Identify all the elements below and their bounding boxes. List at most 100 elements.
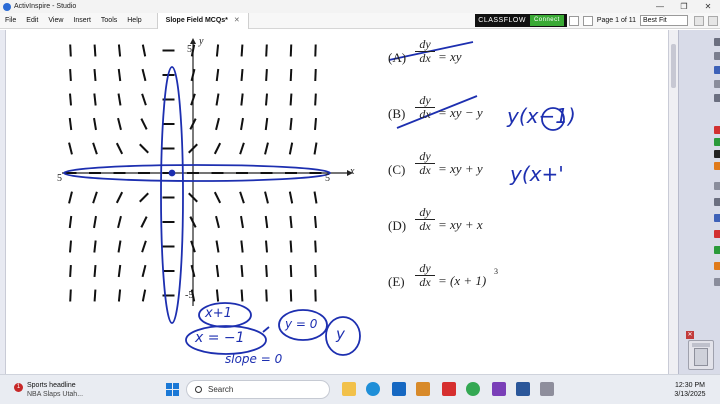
choice-e-rhs: = (x + 1) [438,273,487,288]
choice-b-derivative: dy dx [415,94,435,121]
file-explorer-icon[interactable] [342,382,356,396]
classflow-brand: CLASSFLOW [478,17,526,24]
choice-d-derivative: dy dx [415,206,435,233]
system-clock[interactable]: 12:30 PM 3/13/2025 [668,381,712,399]
close-icon[interactable]: ✕ [696,0,720,13]
choice-d-rhs: = xy + x [438,217,483,232]
menu-edit[interactable]: Edit [21,13,43,29]
news-title: Sports headline [27,382,76,389]
tool-fill-icon[interactable] [714,198,720,206]
tool-zoom-icon[interactable] [714,214,720,222]
word-icon[interactable] [516,382,530,396]
clock-date: 3/13/2025 [674,391,706,398]
color-green-icon[interactable] [714,138,720,146]
zoom-select[interactable]: Best Fit [640,15,688,26]
taskbar-search[interactable]: Search [186,380,330,399]
tool-redo-icon[interactable] [714,246,720,254]
maximize-icon[interactable]: ❐ [672,0,696,13]
tool-text-icon[interactable] [714,182,720,190]
choice-b-rhs: = xy − y [438,105,483,120]
activinspire-logo-icon [3,2,11,11]
app-purple-icon[interactable] [492,382,506,396]
vertical-scrollbar[interactable] [668,30,678,374]
tool-eraser-icon[interactable] [714,80,720,88]
document-tab-label: Slope Field MCQs* [165,16,228,24]
edge-browser-icon[interactable] [366,382,380,396]
choice-e-numerator: dy [415,262,435,276]
color-black-icon[interactable] [714,150,720,158]
choice-b-numerator: dy [415,94,435,108]
choice-e-letter: (E) [388,274,405,289]
choice-a-derivative: dy dx [415,38,435,65]
title-bar: ActivInspire - Studio — ❐ ✕ [0,0,720,13]
classflow-widget: CLASSFLOW Connect [475,14,567,27]
menu-view[interactable]: View [43,13,68,29]
menu-tools[interactable]: Tools [96,13,122,29]
choice-c-denominator: dx [419,163,431,177]
choice-a-rhs: = xy [438,49,462,64]
choice-e-derivative: dy dx [415,262,435,289]
start-button-icon[interactable] [166,383,179,396]
toolbar-pin-icon[interactable] [708,15,718,26]
page-indicator: Page 1 of 11 [596,17,636,24]
ink-x-equals-text: x = −1 [195,330,245,346]
menu-bar: File Edit View Insert Tools Help Slope F… [0,12,720,29]
app-window: ActivInspire - Studio — ❐ ✕ File Edit Vi… [0,0,720,404]
minimize-icon[interactable]: — [648,0,672,13]
color-orange-icon[interactable] [714,162,720,170]
monitor-icon[interactable] [568,15,579,26]
tool-shape-icon[interactable] [714,94,720,102]
tool-select-icon[interactable] [714,38,720,46]
menu-insert[interactable]: Insert [68,13,96,29]
acrobat-icon[interactable] [442,382,456,396]
tool-undo-icon[interactable] [714,230,720,238]
news-widget[interactable]: 1 Sports headline NBA Slaps Utah... [14,381,83,399]
clock-time: 12:30 PM [675,382,705,389]
choice-e-exponent: 3 [494,267,498,276]
classflow-connect-button[interactable]: Connect [529,15,564,26]
choice-d-denominator: dx [419,219,431,233]
palette-close-icon[interactable]: ✕ [686,331,694,339]
ink-y-text: y [336,325,345,343]
color-red-icon[interactable] [714,126,720,134]
choice-c-numerator: dy [415,150,435,164]
outlook-icon[interactable] [392,382,406,396]
tool-palette [678,30,720,374]
news-subtitle: NBA Slaps Utah... [27,391,84,398]
menu-file[interactable]: File [0,13,21,29]
scrollbar-thumb[interactable] [671,44,676,88]
tool-more-icon[interactable] [714,278,720,286]
document-tab[interactable]: Slope Field MCQs* ✕ [156,12,249,29]
tool-pen-icon[interactable] [714,52,720,60]
window-controls: — ❐ ✕ [648,0,720,13]
browser-panel-collapsed[interactable] [0,30,6,374]
app-folder-icon[interactable] [416,382,430,396]
choice-a-numerator: dy [415,38,435,52]
ink-slope-note-text: slope = 0 [225,352,283,366]
choice-c-rhs: = xy + y [438,161,483,176]
document-tab-close-icon[interactable]: ✕ [234,13,240,29]
activinspire-taskbar-icon[interactable] [540,382,554,396]
ink-x-plus-one-text: x+1 [205,306,232,321]
pages-icon[interactable] [582,15,593,26]
search-icon [195,386,202,393]
menu-help[interactable]: Help [122,13,146,29]
toolbar-menu-icon[interactable] [694,15,704,26]
ink-c-factored-text: y(x+' [510,162,564,186]
trash-lid [692,343,710,347]
flipchart-canvas[interactable]: 5 5 x y 5 -5 (A) dy dx = xy (B) dy dx = … [7,30,668,374]
choice-a-letter: (A) [388,50,407,65]
choice-d-numerator: dy [415,206,435,220]
taskbar: 1 Sports headline NBA Slaps Utah... Sear… [0,374,720,404]
choice-d-letter: (D) [388,218,407,233]
window-title: ActivInspire - Studio [14,3,77,10]
chrome-icon[interactable] [466,382,480,396]
taskbar-search-placeholder: Search [208,385,234,394]
choice-e-denominator: dx [419,275,431,289]
choice-b-letter: (B) [388,106,406,121]
tool-highlighter-icon[interactable] [714,66,720,74]
tool-reset-icon[interactable] [714,262,720,270]
trash-icon[interactable] [688,340,714,370]
answer-choices: (A) dy dx = xy (B) dy dx = xy − y (C) dy… [7,30,668,374]
trash-body [694,348,708,366]
